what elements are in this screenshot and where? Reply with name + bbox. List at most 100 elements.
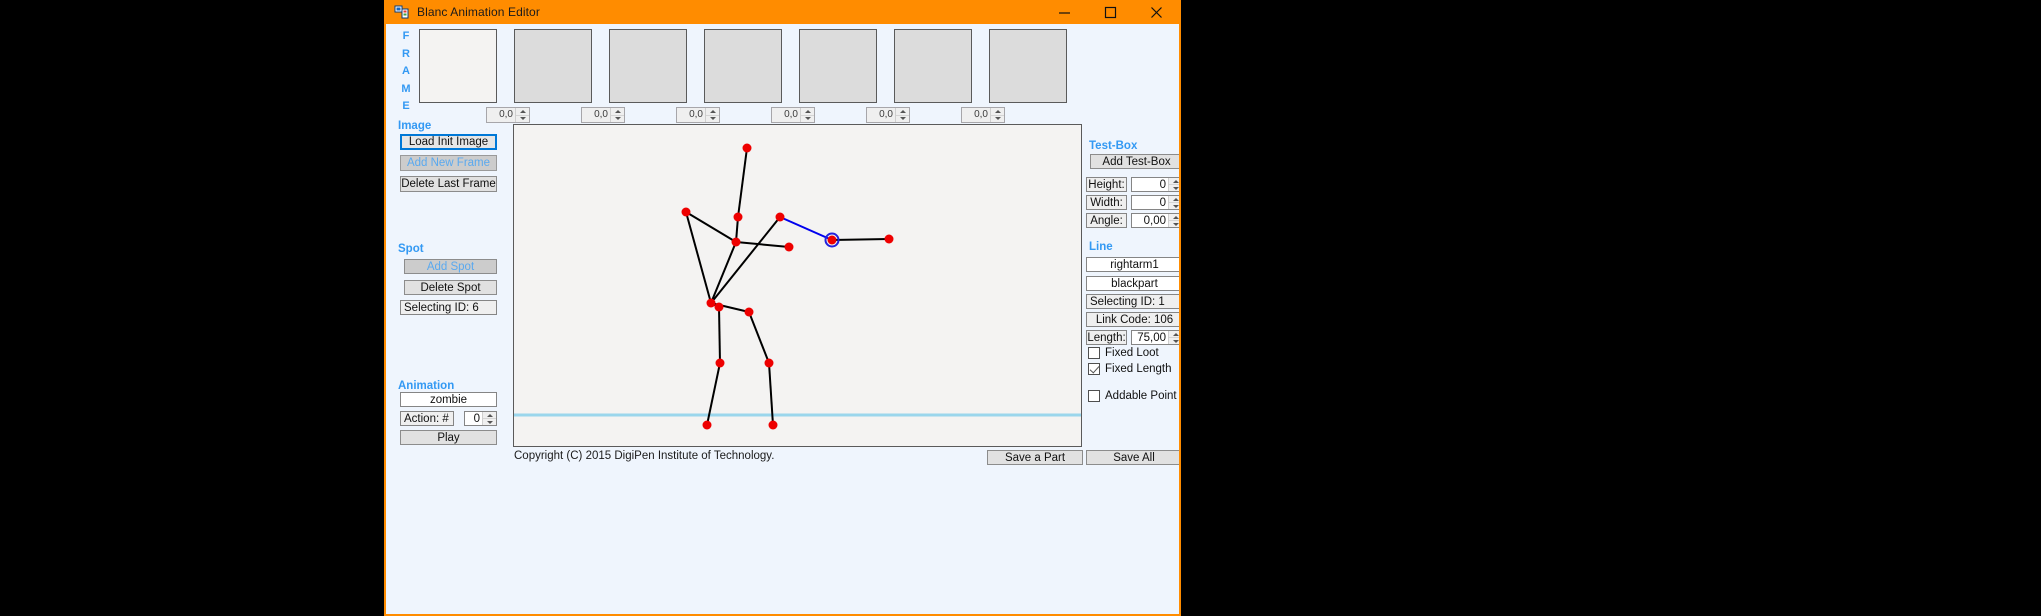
- add-new-frame-button[interactable]: Add New Frame: [400, 155, 497, 171]
- title-bar: Blanc Animation Editor: [386, 0, 1179, 24]
- addable-point-label: Addable Point: [1105, 390, 1177, 402]
- line-length-spinner[interactable]: 75,00: [1131, 330, 1179, 345]
- skeleton-joint[interactable]: [742, 143, 752, 153]
- skeleton-joint[interactable]: [768, 420, 778, 430]
- frame-duration-value-2: 0,0: [594, 109, 608, 120]
- testbox-height-spinner[interactable]: 0: [1131, 177, 1179, 192]
- skeleton-joint[interactable]: [681, 207, 691, 217]
- spinner-down-arrow[interactable]: [1169, 337, 1179, 344]
- frame-thumbnail-3[interactable]: [609, 29, 687, 103]
- skeleton-joint[interactable]: [715, 358, 725, 368]
- skeleton-joint[interactable]: [884, 234, 894, 244]
- animation-name-input[interactable]: zombie: [400, 392, 497, 407]
- skeleton-joint[interactable]: [731, 237, 741, 247]
- spinner-arrows[interactable]: [610, 108, 624, 122]
- frame-duration-value-6: 0,0: [974, 109, 988, 120]
- frame-duration-spinner-5[interactable]: 0,0: [866, 107, 910, 123]
- add-spot-button[interactable]: Add Spot: [404, 259, 497, 274]
- frame-duration-value-1: 0,0: [499, 109, 513, 120]
- skeleton-drawing: [514, 143, 1081, 430]
- skeleton-joint[interactable]: [733, 212, 743, 222]
- spinner-arrows[interactable]: [482, 412, 496, 425]
- skeleton-joint[interactable]: [702, 420, 712, 430]
- spinner-arrows[interactable]: [1168, 214, 1179, 227]
- animation-section-title: Animation: [398, 380, 455, 392]
- testbox-angle-spinner[interactable]: 0,00: [1131, 213, 1179, 228]
- testbox-width-spinner[interactable]: 0: [1131, 195, 1179, 210]
- frame-thumbnail-6[interactable]: [894, 29, 972, 103]
- spinner-down-arrow[interactable]: [1169, 220, 1179, 227]
- frame-letter-e: E: [402, 100, 410, 112]
- play-button[interactable]: Play: [400, 430, 497, 445]
- skeleton-bone[interactable]: [718, 306, 721, 364]
- spinner-arrows[interactable]: [705, 108, 719, 122]
- line-part-input[interactable]: blackpart: [1086, 276, 1179, 291]
- frame-strip-label: F R A M E: [398, 28, 414, 116]
- spinner-down-arrow[interactable]: [991, 114, 1004, 123]
- copyright-text: Copyright (C) 2015 DigiPen Institute of …: [514, 450, 775, 462]
- skeleton-bone[interactable]: [748, 311, 770, 364]
- animation-canvas[interactable]: [513, 124, 1082, 447]
- skeleton-joint[interactable]: [775, 212, 785, 222]
- spinner-arrows[interactable]: [990, 108, 1004, 122]
- delete-spot-button[interactable]: Delete Spot: [404, 280, 497, 295]
- skeleton-bone[interactable]: [737, 147, 748, 218]
- spinner-down-arrow[interactable]: [1169, 184, 1179, 191]
- maximize-icon[interactable]: [1087, 0, 1133, 24]
- frame-thumbnail-1[interactable]: [419, 29, 497, 103]
- spinner-down-arrow[interactable]: [801, 114, 814, 123]
- skeleton-joint[interactable]: [714, 302, 724, 312]
- frame-thumbnail-2[interactable]: [514, 29, 592, 103]
- frame-duration-spinner-4[interactable]: 0,0: [771, 107, 815, 123]
- skeleton-joint[interactable]: [827, 235, 837, 245]
- spinner-arrows[interactable]: [1168, 178, 1179, 191]
- application-window: Blanc Animation Editor F R A M E 0,0 0,0…: [384, 0, 1181, 616]
- skeleton-joint[interactable]: [744, 307, 754, 317]
- spinner-arrows[interactable]: [1168, 331, 1179, 344]
- frame-thumbnail-4[interactable]: [704, 29, 782, 103]
- testbox-width-label: Width:: [1086, 195, 1127, 210]
- spinner-down-arrow[interactable]: [706, 114, 719, 123]
- skeleton-bone[interactable]: [710, 216, 781, 304]
- save-a-part-button[interactable]: Save a Part: [987, 450, 1083, 465]
- skeleton-bone[interactable]: [710, 241, 737, 304]
- fixed-loot-checkbox[interactable]: Fixed Loot: [1088, 347, 1159, 359]
- frame-thumbnail-7[interactable]: [989, 29, 1067, 103]
- skeleton-bone[interactable]: [735, 241, 790, 248]
- frame-duration-spinner-2[interactable]: 0,0: [581, 107, 625, 123]
- minimize-icon[interactable]: [1041, 0, 1087, 24]
- frame-strip: F R A M E 0,0 0,0 0,0 0,0 0,0 0,0: [386, 24, 1179, 124]
- action-number-spinner[interactable]: 0: [464, 411, 497, 426]
- spinner-arrows[interactable]: [800, 108, 814, 122]
- skeleton-bone[interactable]: [831, 238, 890, 241]
- spinner-down-arrow[interactable]: [483, 418, 496, 425]
- load-init-image-button[interactable]: Load Init Image: [400, 134, 497, 150]
- spinner-down-arrow[interactable]: [1169, 202, 1179, 209]
- delete-last-frame-button[interactable]: Delete Last Frame: [400, 176, 497, 192]
- testbox-height-label: Height:: [1086, 177, 1127, 192]
- spinner-arrows[interactable]: [515, 108, 529, 122]
- frame-thumbnail-5[interactable]: [799, 29, 877, 103]
- spinner-arrows[interactable]: [1168, 196, 1179, 209]
- testbox-angle-label: Angle:: [1086, 213, 1127, 228]
- add-test-box-button[interactable]: Add Test-Box: [1090, 154, 1179, 169]
- addable-point-checkbox[interactable]: Addable Point: [1088, 390, 1177, 402]
- action-number-value: 0: [473, 412, 480, 425]
- skeleton-joint[interactable]: [764, 358, 774, 368]
- save-all-button[interactable]: Save All: [1086, 450, 1179, 465]
- frame-letter-m: M: [401, 82, 411, 95]
- skeleton-joint[interactable]: [784, 242, 794, 252]
- checkbox-box: [1088, 347, 1100, 359]
- frame-duration-spinner-1[interactable]: 0,0: [486, 107, 530, 123]
- fixed-length-checkbox[interactable]: Fixed Length: [1088, 363, 1172, 375]
- spinner-arrows[interactable]: [895, 108, 909, 122]
- spinner-down-arrow[interactable]: [516, 114, 529, 123]
- frame-duration-spinner-6[interactable]: 0,0: [961, 107, 1005, 123]
- spinner-down-arrow[interactable]: [611, 114, 624, 123]
- skeleton-joint[interactable]: [706, 298, 716, 308]
- spinner-down-arrow[interactable]: [896, 114, 909, 123]
- frame-duration-spinner-3[interactable]: 0,0: [676, 107, 720, 123]
- skeleton-bone[interactable]: [779, 216, 833, 241]
- close-icon[interactable]: [1133, 0, 1179, 24]
- line-name-input[interactable]: rightarm1: [1086, 257, 1179, 272]
